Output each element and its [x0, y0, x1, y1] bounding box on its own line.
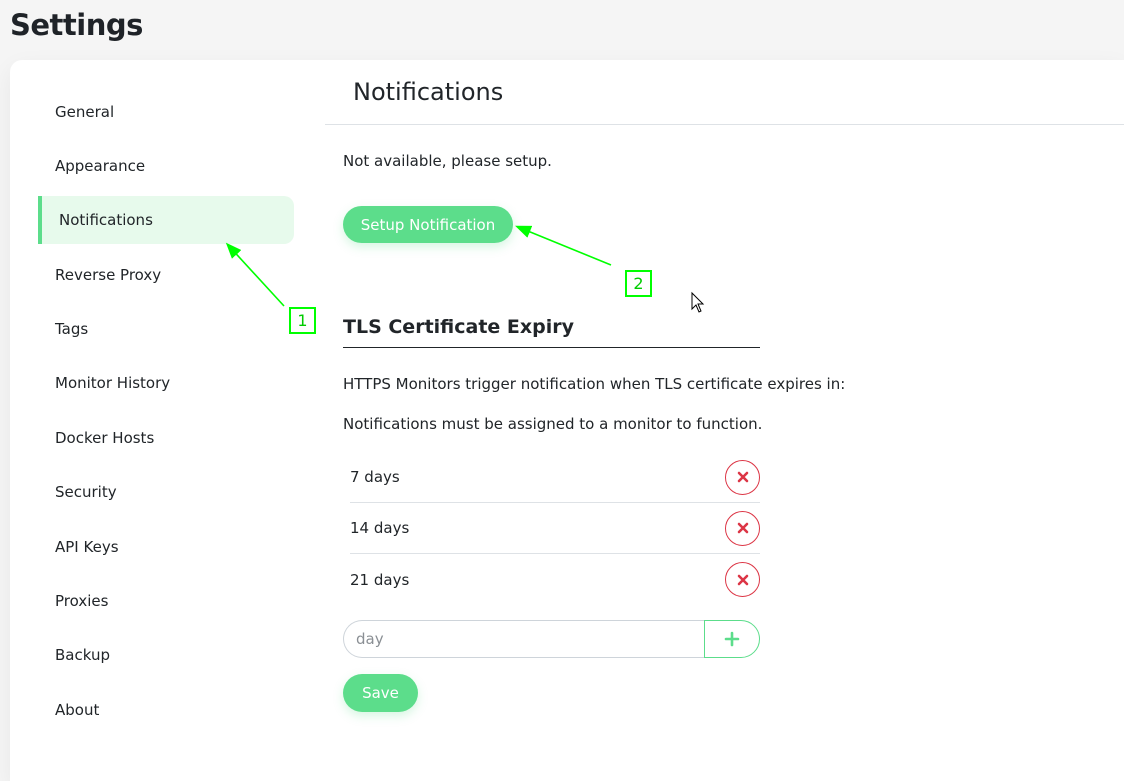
sidebar-item-tags[interactable]: Tags [38, 305, 294, 353]
annotation-label: 1 [289, 307, 316, 334]
sidebar-item-about[interactable]: About [38, 686, 294, 734]
close-icon [737, 522, 748, 534]
tls-day-row: 7 days [350, 452, 760, 503]
close-icon [737, 574, 748, 585]
tls-description: HTTPS Monitors trigger notification when… [343, 375, 846, 393]
setup-notification-button[interactable]: Setup Notification [343, 206, 513, 243]
tls-section-title: TLS Certificate Expiry [343, 316, 760, 348]
sidebar-item-backup[interactable]: Backup [38, 631, 294, 679]
add-day-group [343, 620, 760, 658]
sidebar-item-api-keys[interactable]: API Keys [38, 523, 294, 571]
day-input[interactable] [343, 620, 704, 658]
save-button[interactable]: Save [343, 674, 418, 712]
tls-day-label: 14 days [350, 519, 410, 537]
tls-note: Notifications must be assigned to a moni… [343, 415, 763, 433]
sidebar-item-reverse-proxy[interactable]: Reverse Proxy [38, 251, 294, 299]
section-title: Notifications [353, 78, 504, 106]
remove-day-button[interactable] [725, 510, 760, 546]
sidebar-item-appearance[interactable]: Appearance [38, 142, 294, 190]
sidebar-item-notifications[interactable]: Notifications [38, 196, 294, 244]
tls-day-label: 21 days [350, 570, 410, 589]
sidebar-item-docker-hosts[interactable]: Docker Hosts [38, 414, 294, 462]
remove-day-button[interactable] [725, 562, 760, 597]
tls-day-label: 7 days [350, 468, 400, 486]
sidebar-item-monitor-history[interactable]: Monitor History [38, 359, 294, 407]
remove-day-button[interactable] [725, 459, 760, 495]
notifications-status-text: Not available, please setup. [343, 152, 552, 170]
sidebar-item-general[interactable]: General [38, 88, 294, 136]
plus-icon [724, 631, 740, 647]
add-day-button[interactable] [704, 620, 760, 658]
page-title: Settings [10, 8, 143, 42]
close-icon [737, 471, 748, 483]
settings-header: Notifications [325, 60, 1124, 125]
sidebar-item-security[interactable]: Security [38, 468, 294, 516]
sidebar-item-proxies[interactable]: Proxies [38, 577, 294, 625]
annotation-label: 2 [625, 270, 652, 297]
tls-day-row: 14 days [350, 503, 760, 554]
tls-day-row: 21 days [350, 554, 760, 605]
settings-card: General Appearance Notifications Reverse… [10, 60, 1124, 781]
settings-sidebar: General Appearance Notifications Reverse… [10, 60, 310, 781]
